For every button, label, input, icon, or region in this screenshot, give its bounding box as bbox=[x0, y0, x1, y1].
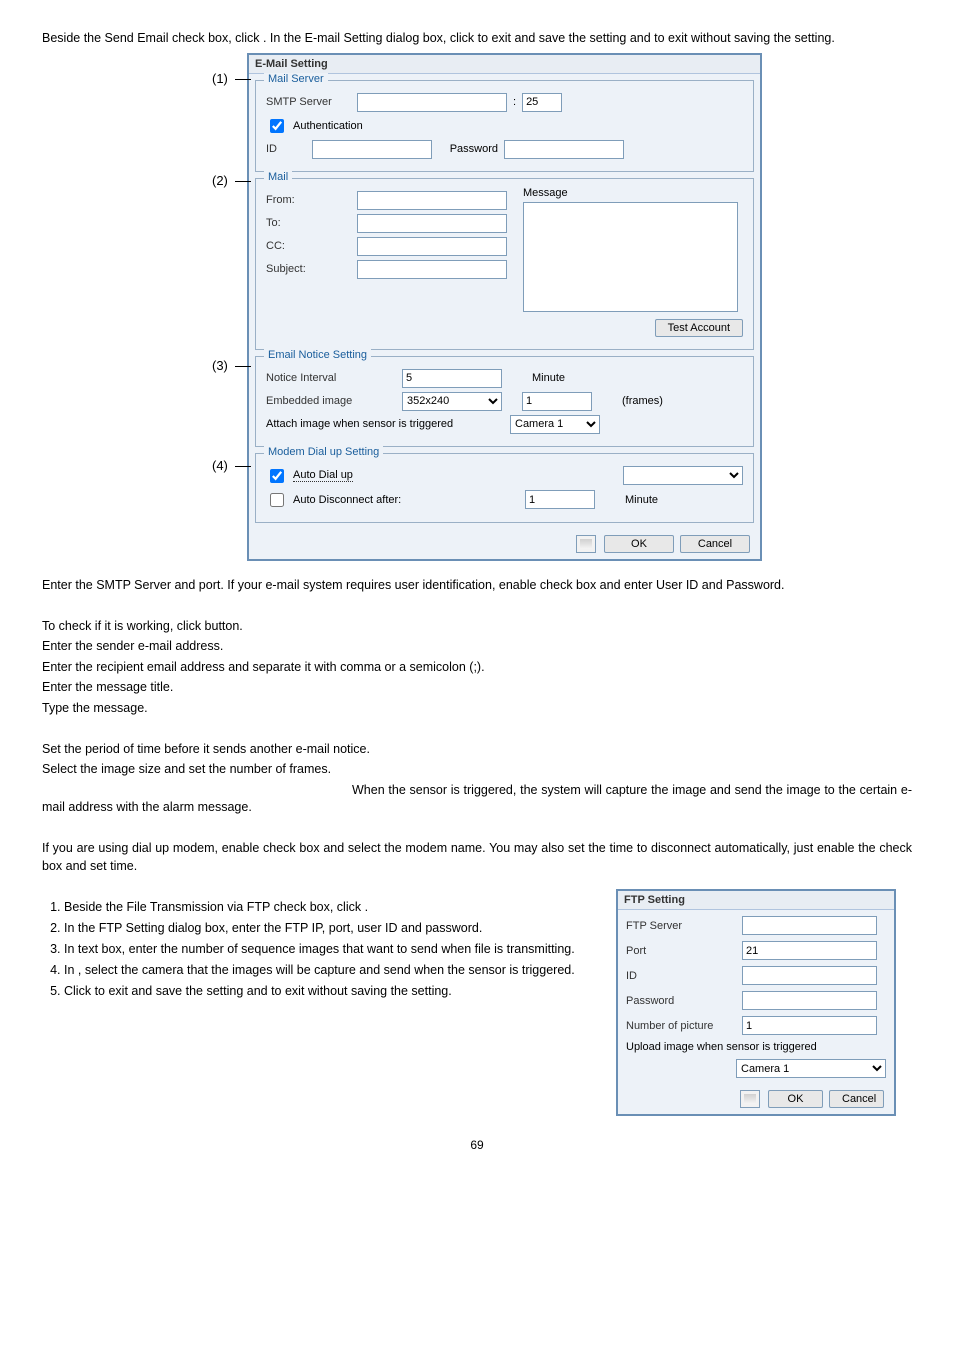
ftp-port-input[interactable] bbox=[742, 941, 877, 960]
id-label: ID bbox=[266, 143, 306, 155]
keyboard-icon[interactable] bbox=[576, 535, 596, 553]
ftp5b: to exit and save the setting and bbox=[95, 984, 272, 998]
cancel-button[interactable]: Cancel bbox=[680, 535, 750, 553]
id-input[interactable] bbox=[312, 140, 432, 159]
password-label: Password bbox=[438, 143, 498, 155]
cc-input[interactable] bbox=[357, 237, 507, 256]
ftp-num-label: Number of picture bbox=[626, 1020, 736, 1032]
notice-interval-input[interactable] bbox=[402, 369, 502, 388]
para-period: Set the period of time before it sends a… bbox=[42, 741, 912, 759]
embedded-size-select[interactable]: 352x240 bbox=[402, 392, 502, 411]
notice-interval-label: Notice Interval bbox=[266, 372, 396, 384]
to-label: To: bbox=[266, 217, 351, 229]
dialog-title: E-Mail Setting bbox=[249, 55, 760, 74]
embedded-image-label: Embedded image bbox=[266, 395, 396, 407]
auto-disconnect-checkbox[interactable] bbox=[270, 493, 284, 507]
password-input[interactable] bbox=[504, 140, 624, 159]
from-input[interactable] bbox=[357, 191, 507, 210]
mail-server-label: Mail Server bbox=[264, 73, 328, 85]
subject-input[interactable] bbox=[357, 260, 507, 279]
smtp-input[interactable] bbox=[357, 93, 507, 112]
subject-label: Subject: bbox=[266, 263, 351, 275]
ftp-port-label: Port bbox=[626, 945, 736, 957]
para-test-b: button. bbox=[205, 619, 243, 633]
ftp-server-label: FTP Server bbox=[626, 920, 736, 932]
intro-t3: to exit and save the setting and bbox=[478, 31, 655, 45]
auto-dialup-label: Auto Dial up bbox=[293, 469, 353, 482]
ok-button[interactable]: OK bbox=[604, 535, 674, 553]
ftp-cancel-button[interactable]: Cancel bbox=[829, 1090, 884, 1108]
callout-3: (3) bbox=[212, 358, 228, 373]
ftp-step-3: In text box, enter the number of sequenc… bbox=[64, 941, 604, 958]
email-notice-label: Email Notice Setting bbox=[264, 349, 371, 361]
minute-label: Minute bbox=[532, 372, 565, 384]
from-label: From: bbox=[266, 194, 351, 206]
message-textarea[interactable] bbox=[523, 202, 738, 312]
mail-group-label: Mail bbox=[264, 171, 292, 183]
ftp-step-2: In the FTP Setting dialog box, enter the… bbox=[64, 920, 604, 937]
ftp-id-label: ID bbox=[626, 970, 736, 982]
email-notice-group: Email Notice Setting Notice Interval Min… bbox=[255, 356, 754, 447]
cc-label: CC: bbox=[266, 240, 351, 252]
auto-disconnect-input[interactable] bbox=[525, 490, 595, 509]
ftp5c: to exit without saving the setting. bbox=[271, 984, 452, 998]
callout-4: (4) bbox=[212, 458, 228, 473]
intro-t2: . In the E-mail Setting dialog box, clic… bbox=[263, 31, 478, 45]
para-sender: Enter the sender e-mail address. bbox=[42, 638, 912, 656]
mail-server-group: Mail Server SMTP Server : Authentication… bbox=[255, 80, 754, 172]
ftp5a: Click bbox=[64, 984, 95, 998]
page-number: 69 bbox=[42, 1138, 912, 1152]
mail-group: Mail From: To: CC: Subject: Message Test… bbox=[255, 178, 754, 350]
test-account-button[interactable]: Test Account bbox=[655, 319, 743, 337]
frames-label: (frames) bbox=[622, 395, 663, 407]
auth-label: Authentication bbox=[293, 120, 363, 132]
ftp-id-input[interactable] bbox=[742, 966, 877, 985]
callout-1: (1) bbox=[212, 71, 228, 86]
para-recipient: Enter the recipient email address and se… bbox=[42, 659, 912, 677]
para-imgsize: Select the image size and set the number… bbox=[42, 761, 912, 779]
ftp-steps-list: Beside the File Transmission via FTP che… bbox=[42, 899, 604, 999]
body-text: Enter the SMTP Server and port. If your … bbox=[42, 577, 912, 876]
ftp-ok-button[interactable]: OK bbox=[768, 1090, 823, 1108]
intro-t1: Beside the Send Email check box, click bbox=[42, 31, 263, 45]
para-smtp: Enter the SMTP Server and port. If your … bbox=[42, 577, 912, 595]
message-label: Message bbox=[523, 187, 738, 199]
ftp-upload-label: Upload image when sensor is triggered bbox=[626, 1041, 817, 1053]
para-title: Enter the message title. bbox=[42, 679, 912, 697]
intro-paragraph: Beside the Send Email check box, click .… bbox=[42, 30, 912, 47]
para-modem-a: If you are using dial up modem, enable bbox=[42, 841, 263, 855]
modem-select[interactable] bbox=[623, 466, 743, 485]
para-modem-b: check box and select the modem name. You… bbox=[263, 841, 879, 855]
para-sensor: When the sensor is triggered, the system… bbox=[42, 782, 912, 817]
to-input[interactable] bbox=[357, 214, 507, 233]
attach-image-label: Attach image when sensor is triggered bbox=[266, 418, 504, 430]
ftp-num-input[interactable] bbox=[742, 1016, 877, 1035]
embedded-frames-input[interactable] bbox=[522, 392, 592, 411]
port-colon: : bbox=[513, 96, 516, 108]
para-test-a: To check if it is working, click bbox=[42, 619, 205, 633]
auto-disconnect-label: Auto Disconnect after: bbox=[293, 494, 423, 506]
ftp-pass-input[interactable] bbox=[742, 991, 877, 1010]
attach-camera-select[interactable]: Camera 1 bbox=[510, 415, 600, 434]
auto-dialup-checkbox[interactable] bbox=[270, 469, 284, 483]
ftp-server-input[interactable] bbox=[742, 916, 877, 935]
ftp-step-4: In , select the camera that the images w… bbox=[64, 962, 604, 979]
keyboard-icon-2[interactable] bbox=[740, 1090, 760, 1108]
ftp-pass-label: Password bbox=[626, 995, 736, 1007]
auth-checkbox[interactable] bbox=[270, 119, 284, 133]
port-input[interactable] bbox=[522, 93, 562, 112]
ftp-setting-dialog: FTP Setting FTP Server Port ID Password … bbox=[616, 889, 896, 1116]
para-message: Type the message. bbox=[42, 700, 912, 718]
ftp-dialog-title: FTP Setting bbox=[618, 891, 894, 910]
modem-dialup-group: Modem Dial up Setting Auto Dial up Auto … bbox=[255, 453, 754, 523]
modem-dialup-label: Modem Dial up Setting bbox=[264, 446, 383, 458]
ftp-step-1: Beside the File Transmission via FTP che… bbox=[64, 899, 604, 916]
smtp-label: SMTP Server bbox=[266, 96, 351, 108]
ftp-camera-select[interactable]: Camera 1 bbox=[736, 1059, 886, 1078]
ftp-step-5: Click to exit and save the setting and t… bbox=[64, 983, 604, 1000]
minute-label-2: Minute bbox=[625, 494, 658, 506]
callout-2: (2) bbox=[212, 173, 228, 188]
email-setting-dialog: E-Mail Setting Mail Server SMTP Server :… bbox=[247, 53, 762, 561]
intro-t4: to exit without saving the setting. bbox=[654, 31, 835, 45]
